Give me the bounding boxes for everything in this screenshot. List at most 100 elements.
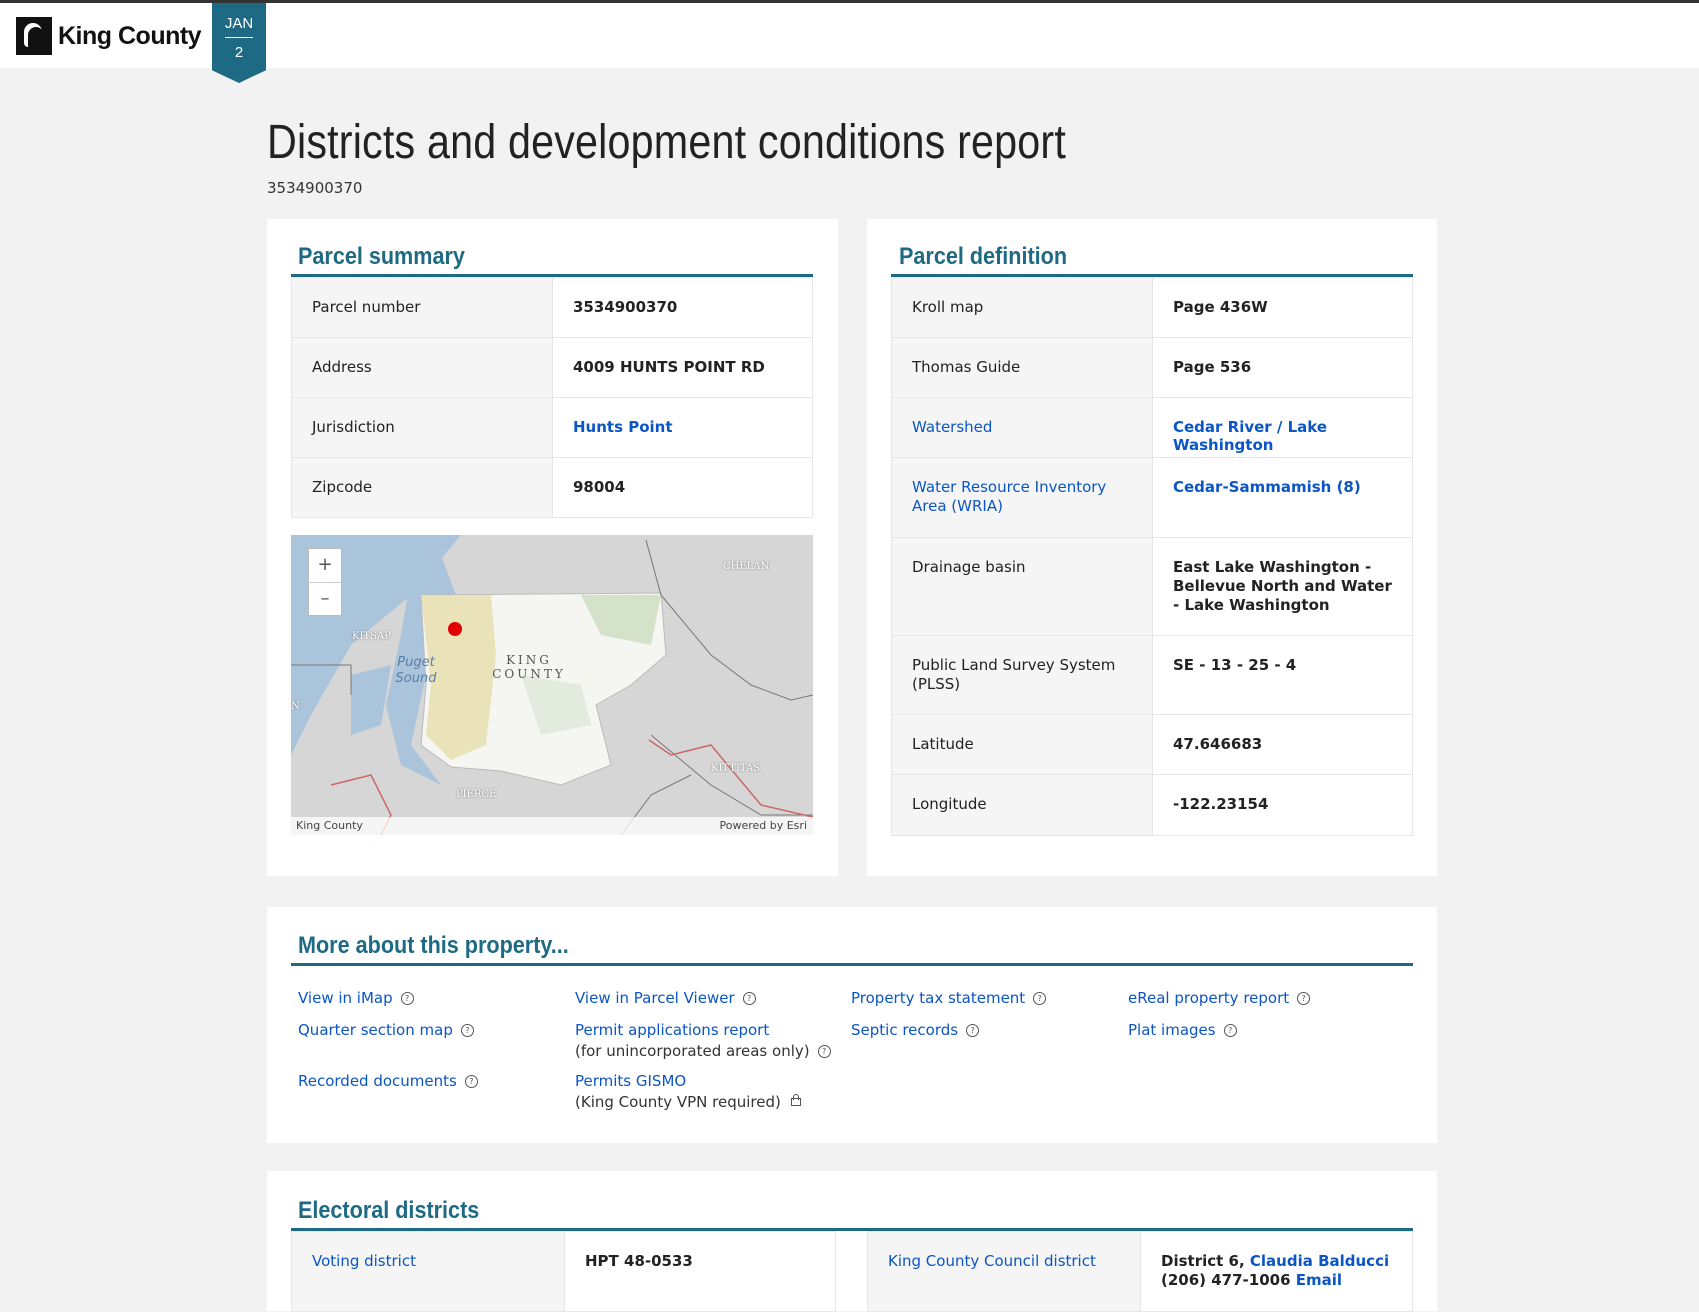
help-icon[interactable]: ? bbox=[460, 1024, 474, 1037]
council-member-link[interactable]: Claudia Balducci bbox=[1250, 1252, 1389, 1270]
links-column-4: eReal property report? Plat images? bbox=[1128, 988, 1311, 1041]
view-imap-link[interactable]: View in iMap bbox=[298, 989, 393, 1007]
date-month: JAN bbox=[224, 15, 254, 32]
attribution-right[interactable]: Powered by Esri bbox=[719, 819, 807, 832]
parcel-summary-title: Parcel summary bbox=[298, 243, 465, 270]
help-icon[interactable]: ? bbox=[1297, 992, 1311, 1005]
links-column-3: Property tax statement? Septic records? bbox=[851, 988, 1047, 1041]
row-label: Drainage basin bbox=[891, 537, 1153, 636]
page-title: Districts and development conditions rep… bbox=[267, 116, 1066, 169]
logo-text: King County bbox=[58, 21, 202, 50]
permit-applications-link[interactable]: Permit applications report bbox=[575, 1021, 769, 1039]
voting-district-link[interactable]: Voting district bbox=[312, 1252, 416, 1270]
more-about-title: More about this property... bbox=[298, 932, 569, 959]
table-row: Zipcode 98004 bbox=[291, 457, 813, 518]
help-icon[interactable]: ? bbox=[400, 992, 414, 1005]
map-label-kitsap: KITSAP bbox=[352, 631, 391, 642]
row-value: Page 436W bbox=[1152, 277, 1413, 338]
table-row: Drainage basin East Lake Washington - Be… bbox=[891, 537, 1413, 636]
date-badge: JAN 2 bbox=[212, 3, 266, 83]
zoom-in-button[interactable]: + bbox=[309, 549, 341, 583]
map-label-king-county: KING COUNTY bbox=[492, 653, 566, 681]
map-label-puget-sound: Puget Sound bbox=[395, 655, 437, 686]
map-label-chelan: CHELAN bbox=[723, 561, 770, 572]
wria-value-link[interactable]: Cedar-Sammamish (8) bbox=[1173, 478, 1361, 496]
help-icon[interactable]: ? bbox=[1033, 992, 1047, 1005]
electoral-districts-title: Electoral districts bbox=[298, 1197, 480, 1224]
watershed-label-link[interactable]: Watershed bbox=[912, 418, 992, 436]
links-column-1: View in iMap? Quarter section map? Recor… bbox=[298, 988, 478, 1092]
parcel-map[interactable]: CHELAN KITSAP Puget Sound KING COUNTY KI… bbox=[291, 535, 813, 835]
quarter-section-link[interactable]: Quarter section map bbox=[298, 1021, 453, 1039]
row-value: 47.646683 bbox=[1152, 714, 1413, 775]
parcel-summary-table: Parcel number 3534900370 Address 4009 HU… bbox=[291, 277, 813, 518]
row-label: Jurisdiction bbox=[291, 397, 553, 458]
electoral-table-left: Voting district HPT 48-0533 bbox=[291, 1231, 836, 1312]
property-tax-link[interactable]: Property tax statement bbox=[851, 989, 1025, 1007]
permits-gismo-link[interactable]: Permits GISMO bbox=[575, 1072, 686, 1090]
row-value: SE - 13 - 25 - 4 bbox=[1152, 635, 1413, 715]
voting-district-value: HPT 48-0533 bbox=[564, 1231, 836, 1312]
table-row: Jurisdiction Hunts Point bbox=[291, 397, 813, 458]
row-value: -122.23154 bbox=[1152, 774, 1413, 836]
ereal-property-link[interactable]: eReal property report bbox=[1128, 989, 1289, 1007]
king-county-logo[interactable]: King County bbox=[16, 17, 202, 55]
recorded-documents-link[interactable]: Recorded documents bbox=[298, 1072, 457, 1090]
row-label: Parcel number bbox=[291, 277, 553, 338]
permits-gismo-note: (King County VPN required) bbox=[575, 1093, 781, 1111]
parcel-location-marker[interactable] bbox=[448, 622, 462, 636]
help-icon[interactable]: ? bbox=[817, 1045, 831, 1058]
permit-applications-note: (for unincorporated areas only) bbox=[575, 1042, 810, 1060]
table-row: Public Land Survey System (PLSS) SE - 13… bbox=[891, 635, 1413, 715]
parcel-definition-title: Parcel definition bbox=[899, 243, 1068, 270]
help-icon[interactable]: ? bbox=[966, 1024, 980, 1037]
table-row: Voting district HPT 48-0533 bbox=[291, 1231, 836, 1312]
council-district-prefix: District 6, bbox=[1161, 1252, 1245, 1270]
table-row: Water Resource Inventory Area (WRIA) Ced… bbox=[891, 457, 1413, 538]
date-divider bbox=[225, 37, 253, 38]
septic-records-link[interactable]: Septic records bbox=[851, 1021, 958, 1039]
row-label: Zipcode bbox=[291, 457, 553, 518]
wria-label-link[interactable]: Water Resource Inventory Area (WRIA) bbox=[912, 478, 1106, 515]
table-row: Kroll map Page 436W bbox=[891, 277, 1413, 338]
row-value: 4009 HUNTS POINT RD bbox=[552, 337, 813, 398]
table-row: Watershed Cedar River / Lake Washington bbox=[891, 397, 1413, 458]
map-zoom-control: + – bbox=[308, 548, 342, 616]
jurisdiction-link[interactable]: Hunts Point bbox=[573, 418, 673, 436]
attribution-left: King County bbox=[296, 819, 363, 832]
row-label: Thomas Guide bbox=[891, 337, 1153, 398]
table-row: Parcel number 3534900370 bbox=[291, 277, 813, 338]
row-label: Kroll map bbox=[891, 277, 1153, 338]
links-column-2: View in Parcel Viewer? Permit applicatio… bbox=[575, 988, 831, 1113]
map-label-mason: N bbox=[291, 701, 300, 712]
more-about-rule bbox=[291, 963, 1413, 966]
council-district-link[interactable]: King County Council district bbox=[888, 1252, 1096, 1270]
table-row: Latitude 47.646683 bbox=[891, 714, 1413, 775]
parcel-viewer-link[interactable]: View in Parcel Viewer bbox=[575, 989, 735, 1007]
row-label: Longitude bbox=[891, 774, 1153, 836]
watershed-value-link[interactable]: Cedar River / Lake Washington bbox=[1173, 418, 1327, 454]
row-value: 3534900370 bbox=[552, 277, 813, 338]
council-email-link[interactable]: Email bbox=[1296, 1271, 1342, 1289]
map-label-kittitas: KITTITAS bbox=[711, 763, 761, 774]
map-attribution: King County Powered by Esri bbox=[291, 817, 813, 835]
table-row: King County Council district District 6,… bbox=[867, 1231, 1413, 1312]
electoral-table-right: King County Council district District 6,… bbox=[867, 1231, 1413, 1312]
row-label: Latitude bbox=[891, 714, 1153, 775]
row-value: East Lake Washington - Bellevue North an… bbox=[1152, 537, 1413, 636]
help-icon[interactable]: ? bbox=[742, 992, 756, 1005]
row-value: Page 536 bbox=[1152, 337, 1413, 398]
help-icon[interactable]: ? bbox=[1223, 1024, 1237, 1037]
map-label-pierce: PIERCE bbox=[456, 789, 497, 800]
row-value: 98004 bbox=[552, 457, 813, 518]
parcel-definition-table: Kroll map Page 436W Thomas Guide Page 53… bbox=[891, 277, 1413, 836]
table-row: Address 4009 HUNTS POINT RD bbox=[291, 337, 813, 398]
council-phone: (206) 477-1006 bbox=[1161, 1271, 1291, 1289]
zoom-out-button[interactable]: – bbox=[309, 583, 341, 616]
help-icon[interactable]: ? bbox=[464, 1075, 478, 1088]
plat-images-link[interactable]: Plat images bbox=[1128, 1021, 1216, 1039]
table-row: Thomas Guide Page 536 bbox=[891, 337, 1413, 398]
map-canvas bbox=[291, 535, 813, 835]
date-day: 2 bbox=[234, 44, 244, 61]
row-label: Public Land Survey System (PLSS) bbox=[891, 635, 1153, 715]
